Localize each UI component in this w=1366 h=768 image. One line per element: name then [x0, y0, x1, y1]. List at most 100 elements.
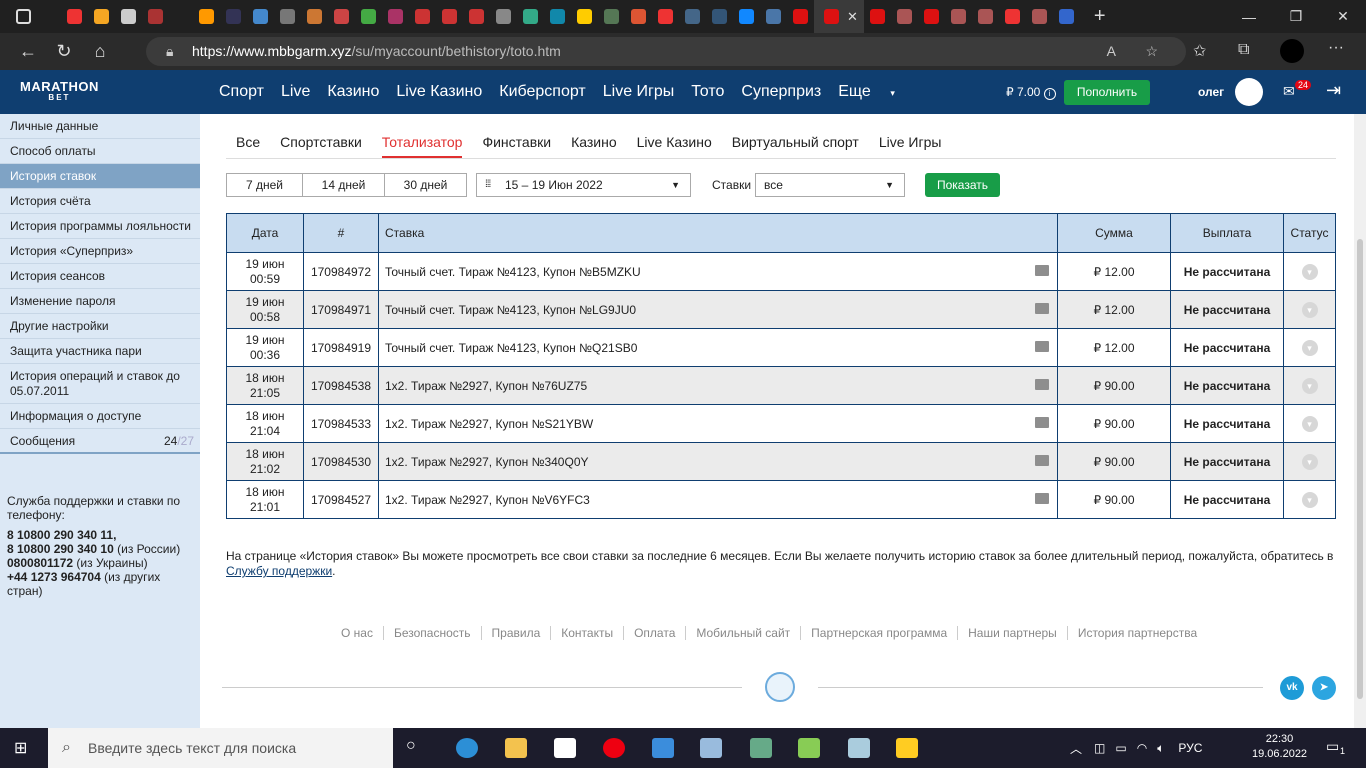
tab-favicon[interactable]: [253, 9, 268, 24]
tab-casino[interactable]: Казино: [571, 134, 617, 158]
details-monitor-icon[interactable]: [1035, 341, 1049, 352]
lock-icon[interactable]: 🔒︎: [166, 37, 173, 66]
tab-favicon[interactable]: [977, 9, 993, 24]
nav-esports[interactable]: Киберспорт: [499, 83, 585, 101]
language-indicator[interactable]: РУС: [1178, 741, 1202, 755]
taskbar-search[interactable]: ⌕ Введите здесь текст для поиска: [48, 728, 393, 768]
favorites-icon[interactable]: ✩: [1193, 41, 1206, 61]
sidebar-item-messages[interactable]: Сообщения 24/27: [0, 429, 200, 454]
tab-totalizator[interactable]: Тотализатор: [381, 134, 463, 158]
tab-favicon[interactable]: [739, 9, 754, 24]
show-hidden-icons-icon[interactable]: ︿: [1070, 740, 1082, 757]
details-monitor-icon[interactable]: [1035, 493, 1049, 504]
tab-favicon[interactable]: [469, 9, 484, 24]
phone-3[interactable]: 0800801172: [7, 556, 73, 570]
nav-live-casino[interactable]: Live Казино: [396, 83, 482, 101]
tab-favicon[interactable]: [388, 9, 403, 24]
tab-favicon[interactable]: [307, 9, 322, 24]
details-monitor-icon[interactable]: [1035, 455, 1049, 466]
tab-favicon[interactable]: [1031, 9, 1047, 24]
table-row[interactable]: 19 июн 00:58 170984971 Точный счет. Тираж…: [226, 290, 1336, 329]
new-tab-icon[interactable]: +: [1094, 5, 1106, 28]
tab-sport-bets[interactable]: Спортставки: [280, 134, 362, 158]
marathon-logo[interactable]: MARATHON BET: [20, 80, 99, 103]
footer-link-payment[interactable]: Оплата: [634, 626, 687, 640]
tab-favicon[interactable]: [121, 9, 136, 24]
tab-favicon[interactable]: [550, 9, 565, 24]
collections-icon[interactable]: ⧉: [1238, 41, 1249, 59]
table-row[interactable]: 18 июн 21:04 170984533 1х2. Тираж №2927, …: [226, 404, 1336, 443]
nav-more[interactable]: Еще ▾: [838, 83, 912, 101]
minimize-icon[interactable]: —: [1226, 0, 1272, 33]
tab-favicon-marathon[interactable]: [793, 9, 808, 24]
wifi-icon[interactable]: ◠: [1137, 741, 1147, 755]
sidebar-item-change-password[interactable]: Изменение пароля: [0, 289, 200, 314]
reload-icon[interactable]: ↻: [46, 37, 82, 67]
sidebar-item-account-history[interactable]: История счёта: [0, 189, 200, 214]
mail-app-icon[interactable]: [652, 738, 674, 758]
network-app-icon[interactable]: [700, 738, 722, 758]
add-favorite-icon[interactable]: ☆: [1145, 37, 1158, 66]
topup-button[interactable]: Пополнить: [1064, 80, 1150, 105]
tab-virtual-sport[interactable]: Виртуальный спорт: [732, 134, 859, 158]
logout-icon[interactable]: ⇥: [1326, 80, 1341, 101]
status-expand-icon[interactable]: ▾: [1301, 339, 1318, 356]
footer-link-rules[interactable]: Правила: [492, 626, 552, 640]
sidebar-item-old-history[interactable]: История операций и ставок до 05.07.2011: [0, 364, 200, 404]
footer-link-affiliate[interactable]: Партнерская программа: [811, 626, 959, 640]
support-link[interactable]: Службу поддержки: [226, 564, 332, 578]
tab-all[interactable]: Все: [236, 134, 260, 158]
active-tab[interactable]: ✕: [814, 0, 864, 33]
calculator-icon[interactable]: [750, 738, 772, 758]
status-expand-icon[interactable]: ▾: [1301, 301, 1318, 318]
opera-icon[interactable]: [603, 738, 625, 758]
read-aloud-icon[interactable]: A: [1107, 37, 1116, 66]
game-app-icon[interactable]: [798, 738, 820, 758]
tab-favicon[interactable]: [604, 9, 619, 24]
tab-favicon-yandex[interactable]: [67, 9, 82, 24]
taskbar-clock[interactable]: 22:30 19.06.2022: [1252, 732, 1307, 762]
tab-favicon[interactable]: [280, 9, 295, 24]
phone-1[interactable]: 8 10800 290 340 11,: [7, 528, 116, 542]
user-name[interactable]: олег: [1198, 85, 1224, 99]
phone-4[interactable]: +44 1273 964704: [7, 570, 101, 584]
tab-favicon[interactable]: [1058, 9, 1074, 24]
store-icon[interactable]: [554, 738, 576, 758]
notification-center-icon[interactable]: ▭: [1326, 738, 1339, 755]
tab-favicon-vk[interactable]: [766, 9, 781, 24]
status-expand-icon[interactable]: ▾: [1301, 453, 1318, 470]
tab-fin-bets[interactable]: Финставки: [482, 134, 551, 158]
tab-favicon[interactable]: [685, 9, 700, 24]
tray-app-icon[interactable]: ◫: [1094, 741, 1105, 755]
windows-start-icon[interactable]: ⊞: [14, 738, 27, 758]
tab-favicon[interactable]: [950, 9, 966, 24]
more-icon[interactable]: ···: [1328, 39, 1344, 57]
tab-favicon[interactable]: [577, 9, 592, 24]
footer-link-partnership-history[interactable]: История партнерства: [1078, 626, 1207, 640]
footer-link-contacts[interactable]: Контакты: [561, 626, 625, 640]
vk-icon[interactable]: vk: [1280, 676, 1304, 700]
sidebar-item-superprize-history[interactable]: История «Суперприз»: [0, 239, 200, 264]
tab-favicon-yandex[interactable]: [1004, 9, 1020, 24]
home-icon[interactable]: ⌂: [82, 37, 118, 67]
table-row[interactable]: 19 июн 00:36 170984919 Точный счет. Тираж…: [226, 328, 1336, 367]
footer-link-mobile[interactable]: Мобильный сайт: [696, 626, 802, 640]
tab-close-icon[interactable]: ✕: [843, 9, 858, 25]
details-monitor-icon[interactable]: [1035, 303, 1049, 314]
bets-filter-select[interactable]: все ▼: [755, 173, 905, 197]
nav-live[interactable]: Live: [281, 83, 310, 101]
tab-live-games[interactable]: Live Игры: [879, 134, 942, 158]
tab-favicon[interactable]: [334, 9, 349, 24]
nav-superprize[interactable]: Суперприз: [741, 83, 821, 101]
task-view-icon[interactable]: ○: [406, 737, 416, 755]
details-monitor-icon[interactable]: [1035, 265, 1049, 276]
mail-icon[interactable]: ✉: [1283, 83, 1295, 100]
user-avatar-icon[interactable]: [1235, 78, 1263, 106]
date-range-select[interactable]: ⁞⁞⁞ 15 – 19 Июн 2022 ▼: [476, 173, 691, 197]
table-row[interactable]: 18 июн 21:05 170984538 1х2. Тираж №2927, …: [226, 366, 1336, 405]
file-explorer-icon[interactable]: [505, 738, 527, 758]
sidebar-item-sessions[interactable]: История сеансов: [0, 264, 200, 289]
phone-2[interactable]: 8 10800 290 340 10: [7, 542, 114, 556]
close-window-icon[interactable]: ✕: [1320, 0, 1366, 33]
sidebar-item-access-info[interactable]: Информация о доступе: [0, 404, 200, 429]
